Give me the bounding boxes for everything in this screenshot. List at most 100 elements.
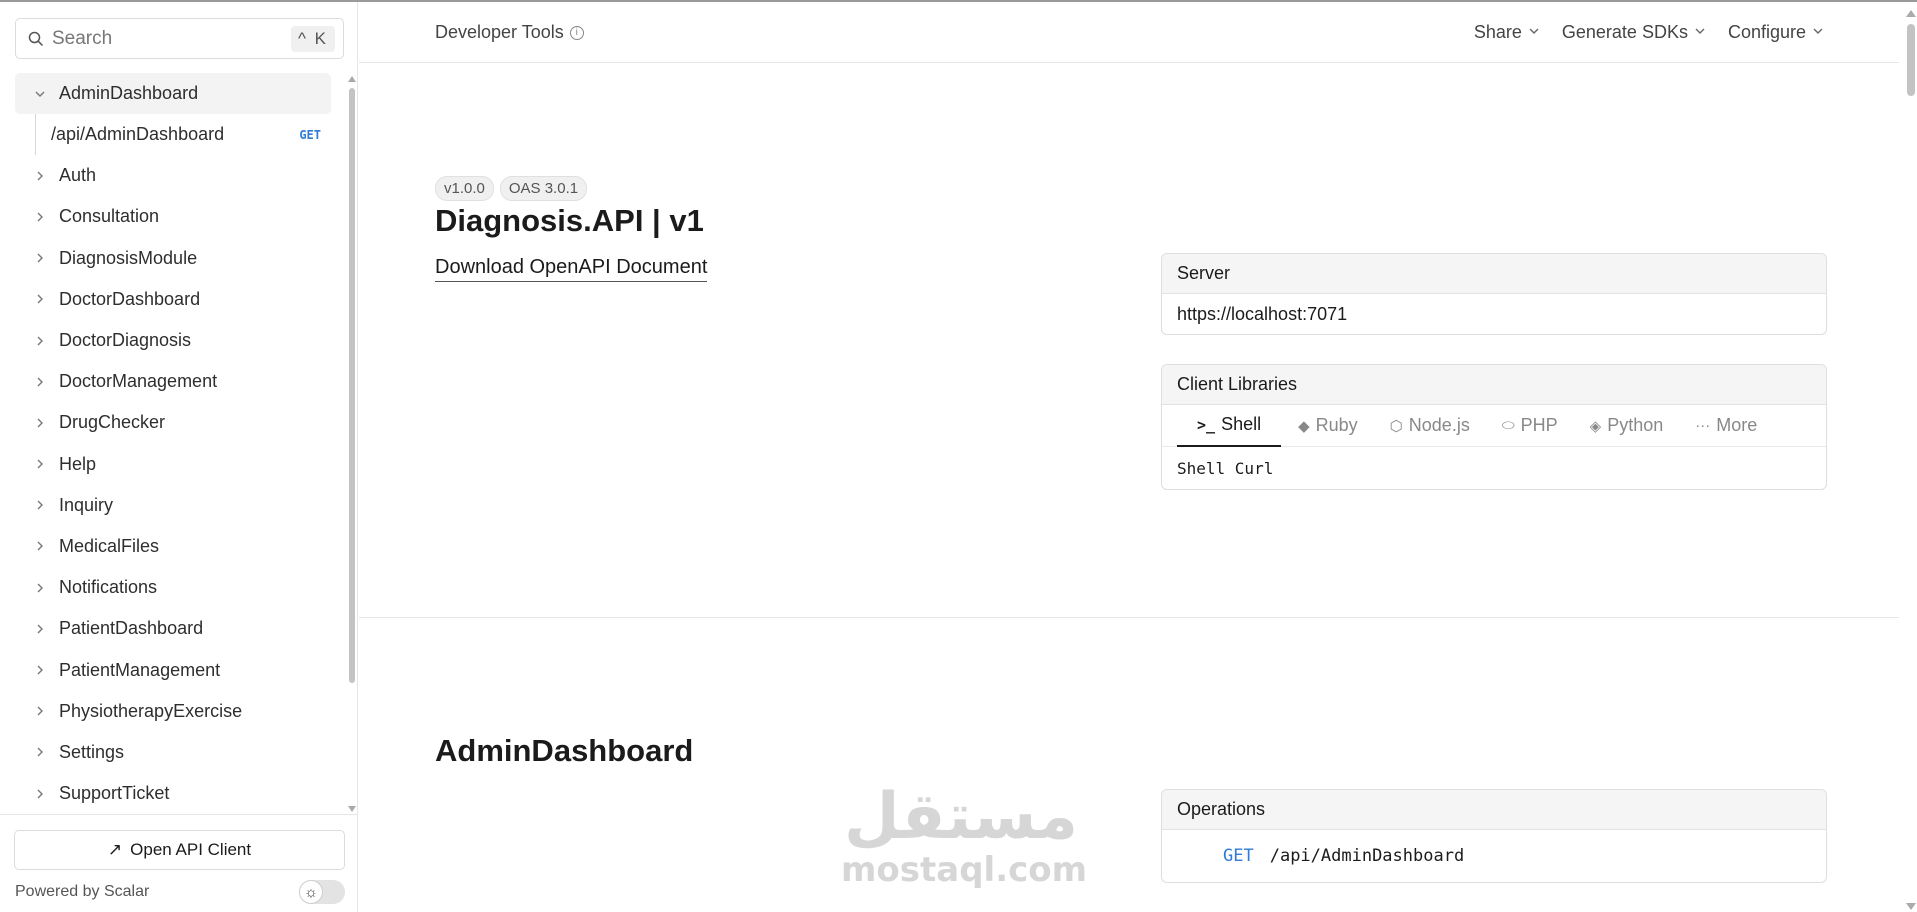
chevron-right-icon [29,741,51,763]
developer-tools-link[interactable]: Developer Tools i [435,22,584,43]
tab-shell[interactable]: >_ Shell [1177,405,1282,447]
sidebar-item-diagnosismodule[interactable]: DiagnosisModule [15,238,331,279]
sidebar-item-label: PatientDashboard [59,618,204,639]
sidebar-scrollbar[interactable] [348,72,356,812]
sidebar-item-label: PatientManagement [59,659,221,680]
sidebar-item-medicalfiles[interactable]: MedicalFiles [15,526,331,567]
chevron-right-icon [29,412,51,434]
sun-icon: ☼ [299,880,323,904]
tab-label: More [1716,415,1758,435]
sidebar-item-inquiry[interactable]: Inquiry [15,485,331,526]
powered-by-text: Powered by Scalar [15,883,150,900]
sidebar-item-consultation[interactable]: Consultation [15,196,331,237]
watermark-arabic: مستقل [843,780,1079,854]
scroll-up-arrow-icon[interactable] [1906,10,1916,17]
sidebar-item-label: SupportTicket [59,783,170,804]
main-scrollbar[interactable] [1905,2,1917,912]
tab-php[interactable]: ⬭ PHP [1487,405,1573,447]
info-icon: i [569,25,584,40]
sidebar-item-doctormanagement[interactable]: DoctorManagement [15,361,331,402]
tab-ruby[interactable]: ◆ Ruby [1283,405,1373,447]
sidebar-item-label: Notifications [59,577,158,598]
terminal-icon: >_ [1197,415,1216,434]
operation-row[interactable]: GET /api/AdminDashboard [1162,830,1826,882]
sidebar-item-doctordiagnosis[interactable]: DoctorDiagnosis [15,320,331,361]
client-libraries-header: Client Libraries [1162,365,1826,405]
tab-more[interactable]: ··· More [1680,405,1772,447]
sidebar-item-patientmanagement[interactable]: PatientManagement [15,649,331,690]
sidebar-item-physiotherapyexercise[interactable]: PhysiotherapyExercise [15,691,331,732]
scrollbar-thumb[interactable] [349,88,355,683]
sidebar: Search ^ K AdminDashboard /api/AdminDash… [0,2,358,912]
open-api-client-button[interactable]: ↗ Open API Client [14,830,345,870]
configure-label: Configure [1727,22,1806,42]
python-icon: ◈ [1589,417,1602,435]
sidebar-item-label: DoctorDashboard [59,288,201,309]
search-icon [28,31,44,46]
ruby-icon: ◆ [1298,417,1310,435]
sidebar-item-admindashboard[interactable]: AdminDashboard [15,73,331,115]
scroll-down-arrow-icon[interactable] [1906,903,1916,910]
chevron-down-icon [29,83,51,105]
sidebar-item-notifications[interactable]: Notifications [15,567,331,608]
chevron-right-icon [29,783,51,805]
tab-python[interactable]: ◈ Python [1575,405,1679,447]
chevron-down-icon [1528,25,1540,40]
sidebar-footer: ↗ Open API Client Powered by Scalar ☼ [0,814,357,912]
download-openapi-link[interactable]: Download OpenAPI Document [435,256,708,282]
scroll-down-arrow-icon[interactable] [348,806,356,812]
top-actions: Share Generate SDKs Configure [1474,22,1824,43]
tab-label: Ruby [1315,415,1358,435]
sidebar-endpoint-admindashboard-get[interactable]: /api/AdminDashboard GET [35,114,331,156]
share-dropdown[interactable]: Share [1474,22,1540,43]
configure-dropdown[interactable]: Configure [1728,22,1824,43]
sidebar-item-label: DoctorDiagnosis [59,330,192,351]
selected-client-label: Shell Curl [1177,458,1274,478]
sidebar-item-auth[interactable]: Auth [15,155,331,196]
scrollbar-thumb[interactable] [1907,24,1915,96]
arrow-up-right-icon: ↗ [107,840,123,859]
operation-path: /api/AdminDashboard [1269,846,1465,866]
tab-label: Node.js [1408,415,1470,435]
chevron-right-icon [29,577,51,599]
version-badge: v1.0.0 [435,176,494,201]
chevron-right-icon [29,659,51,681]
search-input[interactable]: Search ^ K [15,18,344,59]
tab-nodejs[interactable]: ⬡ Node.js [1375,405,1485,447]
watermark-logo: مستقل mostaql.com [841,780,1087,887]
method-badge: GET [299,127,321,142]
sidebar-item-doctordashboard[interactable]: DoctorDashboard [15,279,331,320]
tab-label: Python [1607,415,1664,435]
chevron-right-icon [29,371,51,393]
client-libraries-card: Client Libraries >_ Shell ◆ Ruby ⬡ Node.… [1161,364,1827,490]
sidebar-item-label: MedicalFiles [59,535,160,556]
sidebar-item-label: Inquiry [59,494,114,515]
generate-sdks-dropdown[interactable]: Generate SDKs [1562,22,1706,43]
server-url-select[interactable]: https://localhost:7071 [1162,294,1826,334]
nodejs-icon: ⬡ [1389,417,1403,435]
main-content: v1.0.0 OAS 3.0.1 Diagnosis.API | v1 Down… [359,63,1899,912]
sidebar-item-label: PhysiotherapyExercise [59,700,243,721]
operations-card: Operations GET /api/AdminDashboard [1161,789,1827,883]
developer-tools-label: Developer Tools [435,22,564,42]
server-card-header: Server [1162,254,1826,294]
sidebar-item-supportticket[interactable]: SupportTicket [15,773,331,814]
sidebar-item-label: Consultation [59,206,160,227]
search-shortcut-badge: ^ K [290,25,335,52]
tab-label: Shell [1221,414,1262,434]
sidebar-item-settings[interactable]: Settings [15,732,331,773]
sidebar-item-drugchecker[interactable]: DrugChecker [15,402,331,443]
share-label: Share [1473,22,1522,42]
chevron-right-icon [29,206,51,228]
sidebar-item-label: AdminDashboard [59,83,199,104]
chevron-right-icon [29,700,51,722]
theme-toggle[interactable]: ☼ [299,880,345,904]
chevron-right-icon [29,330,51,352]
scroll-up-arrow-icon[interactable] [348,76,356,82]
top-bar: Developer Tools i Share Generate SDKs Co… [359,2,1899,63]
open-api-client-label: Open API Client [130,840,252,859]
chevron-right-icon [29,494,51,516]
sidebar-item-patientdashboard[interactable]: PatientDashboard [15,608,331,649]
sidebar-item-label: DiagnosisModule [59,247,198,268]
sidebar-item-help[interactable]: Help [15,444,331,485]
